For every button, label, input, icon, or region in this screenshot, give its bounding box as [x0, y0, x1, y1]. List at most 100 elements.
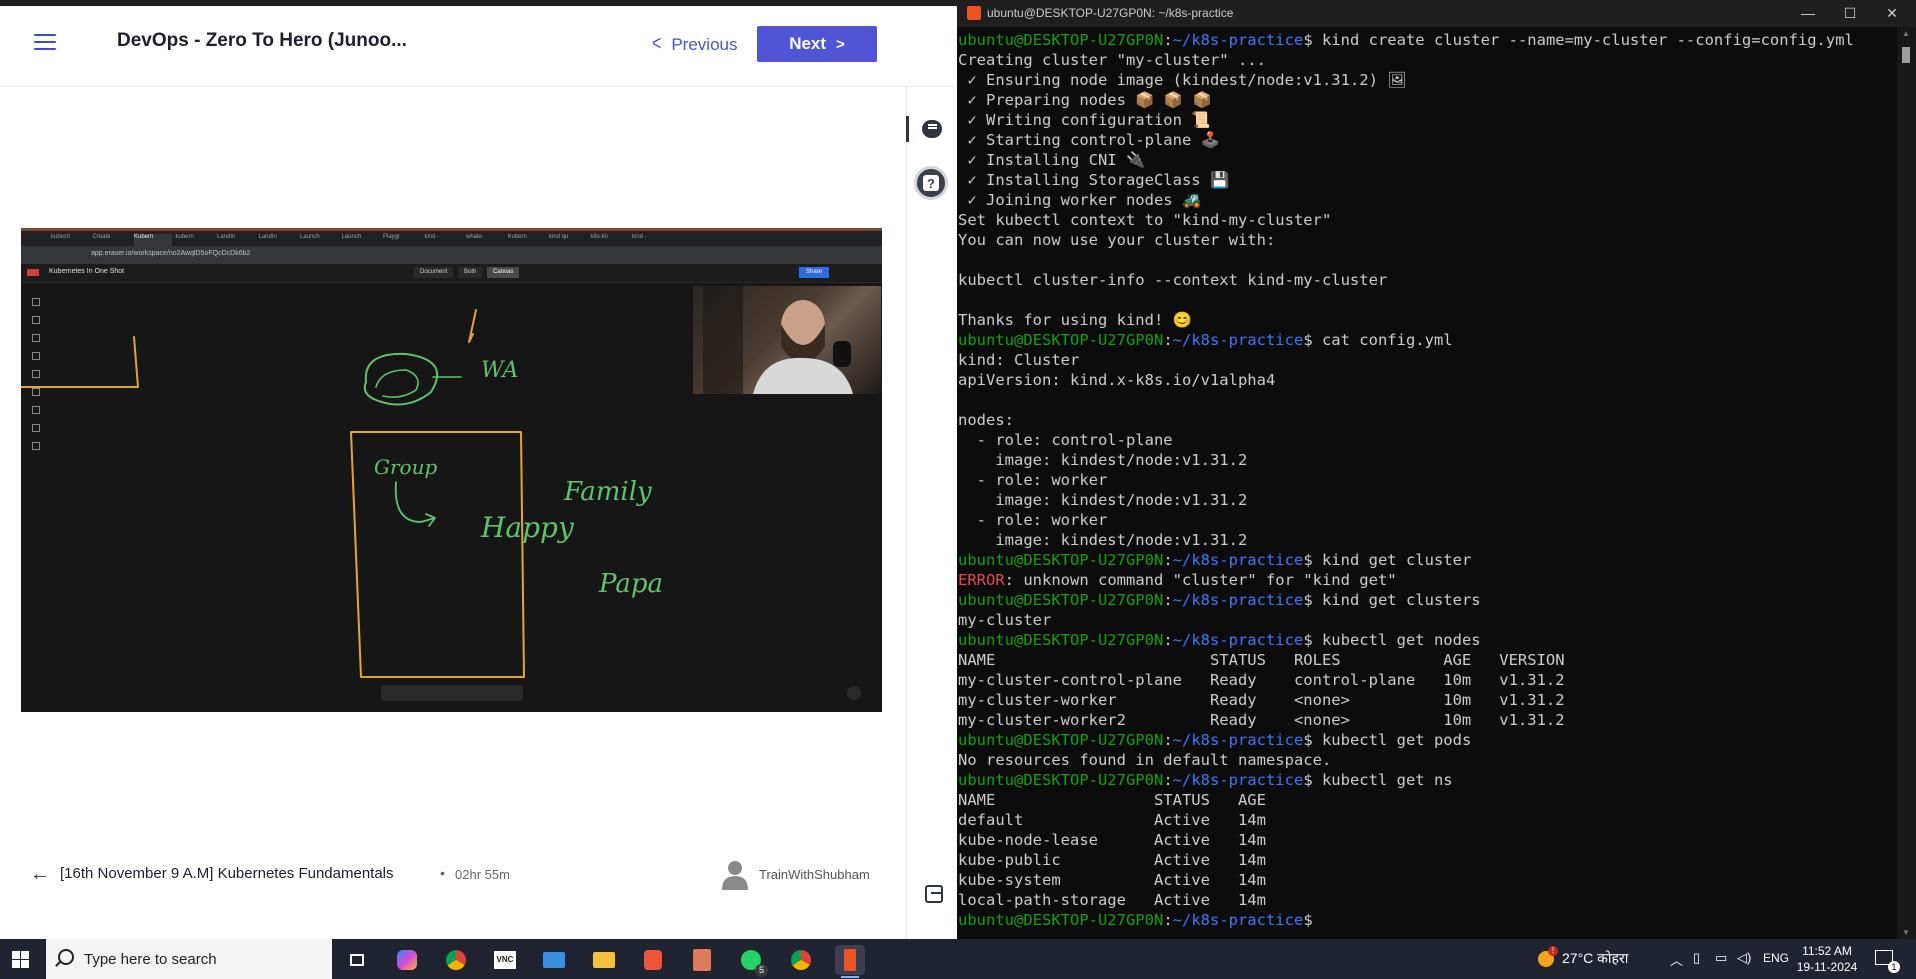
video-doc-title: Kubernetes In One Shot	[49, 268, 125, 275]
file-explorer-icon[interactable]	[589, 945, 619, 975]
terminal-output-line: default Active 14m	[958, 811, 1266, 829]
scroll-up-icon[interactable]: ▲	[1902, 29, 1910, 38]
author-avatar-icon	[722, 861, 748, 890]
copilot-icon[interactable]	[392, 945, 422, 975]
terminal-output-line: - role: worker	[958, 511, 1108, 529]
terminal-output-line: my-cluster-worker Ready <none> 10m v1.31…	[958, 691, 1565, 709]
help-icon[interactable]: ?	[914, 166, 948, 200]
weather-text: 27°C कोहरा	[1562, 950, 1629, 966]
video-tab: Create	[92, 234, 111, 240]
side-divider	[906, 86, 907, 939]
video-player[interactable]: kubectl Create Kubern kubern LandIn LandIn Lau…	[21, 228, 882, 712]
video-tab: k8s-lin	[590, 234, 608, 240]
volume-icon[interactable]: ◁)	[1737, 950, 1751, 966]
prompt-user: ubuntu@DESKTOP-U27GP0N	[958, 631, 1164, 649]
segment-document: Document	[414, 267, 454, 278]
terminal-output-line: kube-system Active 14m	[958, 871, 1266, 889]
video-tab: kind -	[632, 234, 647, 240]
prompt-user: ubuntu@DESKTOP-U27GP0N	[958, 731, 1164, 749]
chat-icon[interactable]	[922, 120, 942, 138]
prompt-user: ubuntu@DESKTOP-U27GP0N	[958, 591, 1164, 609]
taskbar-search[interactable]: Type here to search	[46, 939, 332, 979]
video-browser-tabs: kubectl Create Kubern kubern LandIn LandIn Lau…	[21, 228, 882, 246]
hamburger-menu-icon[interactable]	[34, 34, 56, 52]
course-title: DevOps - Zero To Hero (Junoo...	[117, 30, 407, 51]
video-tab: kind qu	[549, 234, 569, 240]
video-tab: Launch	[341, 234, 362, 240]
chevron-left-icon: <	[652, 33, 662, 56]
previous-label: Previous	[671, 35, 738, 54]
terminal-app-icon[interactable]	[835, 945, 865, 978]
active-marker	[906, 116, 909, 142]
terminal-output-line: my-cluster-control-plane Ready control-p…	[958, 671, 1565, 689]
tray-chevron-up-icon[interactable]: ︿	[1670, 950, 1683, 969]
vnc-viewer-icon[interactable]: VNC	[490, 945, 520, 975]
terminal-window[interactable]: ubuntu@DESKTOP-U27GP0N: ~/k8s-practice —…	[957, 0, 1916, 939]
network-icon[interactable]: ▭	[1715, 950, 1727, 966]
terminal-prompt-line: ubuntu@DESKTOP-U27GP0N:~/k8s-practice$ c…	[958, 331, 1453, 349]
video-tab: whale-	[466, 234, 484, 240]
prompt-command: $ kind get clusters	[1303, 591, 1481, 609]
app-window-icon[interactable]	[539, 945, 569, 975]
video-tab: LandIn	[258, 234, 277, 240]
taskbar-clock[interactable]: 11:52 AM 19-11-2024	[1795, 943, 1859, 975]
prompt-path: ~/k8s-practice	[1172, 911, 1304, 929]
minimize-icon[interactable]: —	[1791, 2, 1825, 24]
terminal-output-line: ✓ Installing CNI 🔌	[958, 151, 1146, 169]
search-placeholder: Type here to search	[84, 951, 217, 968]
terminal-scrollbar[interactable]: ▲ ▼	[1897, 27, 1916, 939]
close-icon[interactable]: ✕	[1875, 2, 1909, 24]
notification-count: 1	[1888, 961, 1900, 973]
exit-icon[interactable]	[925, 885, 943, 903]
prompt-user: ubuntu@DESKTOP-U27GP0N	[958, 771, 1164, 789]
whatsapp-icon[interactable]: 5	[736, 945, 768, 977]
terminal-prompt-line: ubuntu@DESKTOP-U27GP0N:~/k8s-practice$ k…	[958, 551, 1472, 569]
clock-date: 19-11-2024	[1796, 960, 1858, 974]
terminal-output-line: local-path-storage Active 14m	[958, 891, 1266, 909]
tray-device-icon[interactable]: ▯	[1693, 950, 1700, 966]
next-button[interactable]: Next >	[757, 26, 877, 62]
video-tab: LandIn	[217, 234, 236, 240]
chrome-icon[interactable]	[441, 945, 471, 975]
scroll-down-icon[interactable]: ▼	[1902, 928, 1910, 937]
scroll-thumb[interactable]	[1902, 47, 1910, 63]
search-icon	[58, 949, 74, 965]
whiteboard-help-button	[847, 686, 861, 700]
terminal-output-line: image: kindest/node:v1.31.2	[958, 491, 1248, 509]
video-tab: Kubern	[134, 234, 172, 246]
video-tab: Playgr	[383, 234, 401, 240]
task-view-icon[interactable]	[342, 945, 372, 975]
chrome-profile-icon[interactable]	[786, 945, 816, 975]
terminal-title: ubuntu@DESKTOP-U27GP0N: ~/k8s-practice	[987, 6, 1234, 20]
whatsapp-inner-sketch	[375, 369, 419, 398]
terminal-output-line: NAME STATUS AGE	[958, 791, 1266, 809]
terminal-output[interactable]: ubuntu@DESKTOP-U27GP0N:~/k8s-practice$ k…	[957, 30, 1898, 935]
maximize-icon[interactable]: ☐	[1833, 2, 1867, 24]
back-arrow-icon[interactable]: ←	[30, 863, 50, 886]
anki-icon[interactable]	[687, 945, 717, 975]
weather-widget[interactable]: 27°C कोहरा	[1538, 945, 1629, 968]
language-indicator[interactable]: ENG	[1763, 951, 1789, 965]
prompt-user: ubuntu@DESKTOP-U27GP0N	[958, 911, 1164, 929]
terminal-output-line: Set kubectl context to "kind-my-cluster"	[958, 211, 1332, 229]
prompt-command: $ kind create cluster --name=my-cluster …	[1303, 31, 1854, 49]
course-player: DevOps - Zero To Hero (Junoo... < Previo…	[0, 0, 957, 939]
whatsapp-badge: 5	[755, 964, 768, 977]
windows-start-icon[interactable]	[12, 951, 29, 968]
previous-button[interactable]: < Previous	[652, 32, 737, 58]
prompt-path: ~/k8s-practice	[1172, 551, 1304, 569]
wb-text-papa: Papa	[598, 569, 663, 599]
terminal-output-line: You can now use your cluster with:	[958, 231, 1276, 249]
video-address-bar: app.eraser.io/workspace/no2AwqlD5oFQcDcD…	[21, 246, 882, 264]
chevron-right-icon: >	[836, 35, 845, 53]
terminal-prompt-line: ubuntu@DESKTOP-U27GP0N:~/k8s-practice$ k…	[958, 631, 1481, 649]
author-name: TrainWithShubham	[759, 867, 870, 882]
prompt-path: ~/k8s-practice	[1172, 331, 1304, 349]
terminal-output-line: ✓ Ensuring node image (kindest/node:v1.3…	[958, 71, 1407, 89]
terminal-output-line: kind: Cluster	[958, 351, 1080, 369]
video-tab: Launch	[300, 234, 320, 240]
prompt-path: ~/k8s-practice	[1172, 771, 1304, 789]
brave-icon[interactable]	[638, 945, 668, 975]
